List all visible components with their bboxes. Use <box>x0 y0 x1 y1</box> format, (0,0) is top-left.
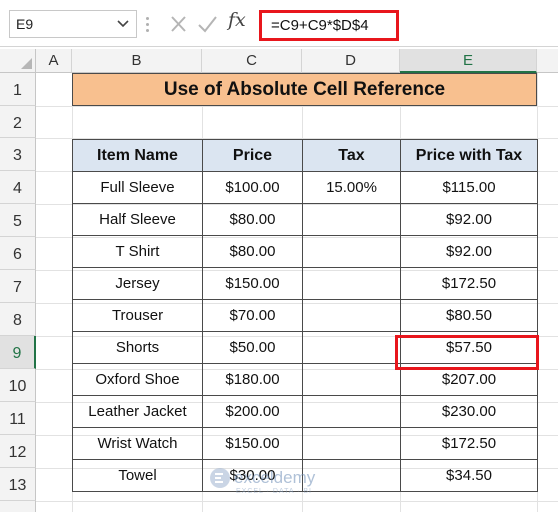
row-header-14[interactable] <box>0 501 36 512</box>
cell-price-with-tax[interactable]: $230.00 <box>400 395 538 428</box>
table-row: Half Sleeve $80.00 $92.00 <box>72 203 538 236</box>
chevron-down-icon[interactable] <box>116 14 130 37</box>
cell-price[interactable]: $80.00 <box>202 235 303 268</box>
row-header-9[interactable]: 9 <box>0 336 36 369</box>
column-header-e[interactable]: E <box>400 49 537 73</box>
cell-price[interactable]: $100.00 <box>202 171 303 204</box>
cell-tax[interactable] <box>302 363 401 396</box>
row-header-8[interactable]: 8 <box>0 303 36 336</box>
row-header-1[interactable]: 1 <box>0 73 36 106</box>
cell-price-with-tax[interactable]: $92.00 <box>400 235 538 268</box>
data-table: Item Name Price Tax Price with Tax Full … <box>72 139 538 492</box>
header-item-name[interactable]: Item Name <box>72 139 203 172</box>
fx-label: fx <box>228 9 246 31</box>
cell-item-name[interactable]: Jersey <box>72 267 203 300</box>
table-row: Jersey $150.00 $172.50 <box>72 267 538 300</box>
watermark-tagline: EXCEL · DATA · BI <box>236 488 312 495</box>
table-header-row: Item Name Price Tax Price with Tax <box>72 139 538 172</box>
cell-price-with-tax[interactable]: $34.50 <box>400 459 538 492</box>
cell-price[interactable]: $180.00 <box>202 363 303 396</box>
cell-item-name[interactable]: Leather Jacket <box>72 395 203 428</box>
table-row: Trouser $70.00 $80.50 <box>72 299 538 332</box>
cell-price[interactable]: $150.00 <box>202 427 303 460</box>
sheet-title[interactable]: Use of Absolute Cell Reference <box>72 73 537 106</box>
header-tax[interactable]: Tax <box>302 139 401 172</box>
divider <box>0 46 558 47</box>
name-box[interactable]: E9 <box>9 10 137 38</box>
column-header-b[interactable]: B <box>72 49 202 73</box>
cell-tax[interactable] <box>302 203 401 236</box>
row-header-4[interactable]: 4 <box>0 171 36 204</box>
name-box-value: E9 <box>16 16 34 32</box>
cell-price[interactable]: $150.00 <box>202 267 303 300</box>
cell-tax[interactable]: 15.00% <box>302 171 401 204</box>
table-row: Full Sleeve $100.00 15.00% $115.00 <box>72 171 538 204</box>
table-row: Wrist Watch $150.00 $172.50 <box>72 427 538 460</box>
cell-item-name[interactable]: Trouser <box>72 299 203 332</box>
cancel-icon[interactable] <box>168 12 190 36</box>
cell-tax[interactable] <box>302 331 401 364</box>
cell-price[interactable]: $80.00 <box>202 203 303 236</box>
watermark: exceldemy EXCEL · DATA · BI <box>208 466 358 500</box>
column-header-d[interactable]: D <box>302 49 400 73</box>
cell-tax[interactable] <box>302 267 401 300</box>
cell-item-name[interactable]: Full Sleeve <box>72 171 203 204</box>
cell-item-name[interactable]: Towel <box>72 459 203 492</box>
column-header-next[interactable] <box>537 49 558 73</box>
cell-price-with-tax[interactable]: $172.50 <box>400 267 538 300</box>
row-header-13[interactable]: 13 <box>0 468 36 501</box>
row-header-3[interactable]: 3 <box>0 138 36 171</box>
cell-price[interactable]: $50.00 <box>202 331 303 364</box>
row-header-2[interactable]: 2 <box>0 106 36 138</box>
row-header-5[interactable]: 5 <box>0 204 36 237</box>
row-header-6[interactable]: 6 <box>0 237 36 270</box>
cell-tax[interactable] <box>302 235 401 268</box>
select-all-corner[interactable] <box>0 49 36 73</box>
cell-price[interactable]: $70.00 <box>202 299 303 332</box>
cell-item-name[interactable]: Half Sleeve <box>72 203 203 236</box>
cell-tax[interactable] <box>302 395 401 428</box>
table-row: Leather Jacket $200.00 $230.00 <box>72 395 538 428</box>
cell-tax[interactable] <box>302 299 401 332</box>
column-header-c[interactable]: C <box>202 49 302 73</box>
active-cell-highlight <box>395 335 539 370</box>
row-header-7[interactable]: 7 <box>0 270 36 303</box>
cell-price-with-tax[interactable]: $115.00 <box>400 171 538 204</box>
row-header-10[interactable]: 10 <box>0 369 36 402</box>
exceldemy-logo-icon <box>210 468 230 488</box>
cell-price-with-tax[interactable]: $172.50 <box>400 427 538 460</box>
cell-item-name[interactable]: Wrist Watch <box>72 427 203 460</box>
row-header-12[interactable]: 12 <box>0 435 36 468</box>
cell-item-name[interactable]: Shorts <box>72 331 203 364</box>
cell-price[interactable]: $200.00 <box>202 395 303 428</box>
cell-item-name[interactable]: T Shirt <box>72 235 203 268</box>
cell-price-with-tax[interactable]: $92.00 <box>400 203 538 236</box>
enter-check-icon[interactable] <box>196 12 218 36</box>
cell-tax[interactable] <box>302 427 401 460</box>
formula-text: =C9+C9*$D$4 <box>271 17 369 34</box>
header-price[interactable]: Price <box>202 139 303 172</box>
row-header-11[interactable]: 11 <box>0 402 36 435</box>
header-price-with-tax[interactable]: Price with Tax <box>400 139 538 172</box>
formula-bar-grip[interactable] <box>146 14 150 36</box>
watermark-name: exceldemy <box>234 468 316 487</box>
cell-price-with-tax[interactable]: $80.50 <box>400 299 538 332</box>
cell-item-name[interactable]: Oxford Shoe <box>72 363 203 396</box>
function-icon[interactable]: fx <box>228 9 246 31</box>
formula-input[interactable]: =C9+C9*$D$4 <box>259 10 399 41</box>
column-header-a[interactable]: A <box>36 49 72 73</box>
table-row: T Shirt $80.00 $92.00 <box>72 235 538 268</box>
